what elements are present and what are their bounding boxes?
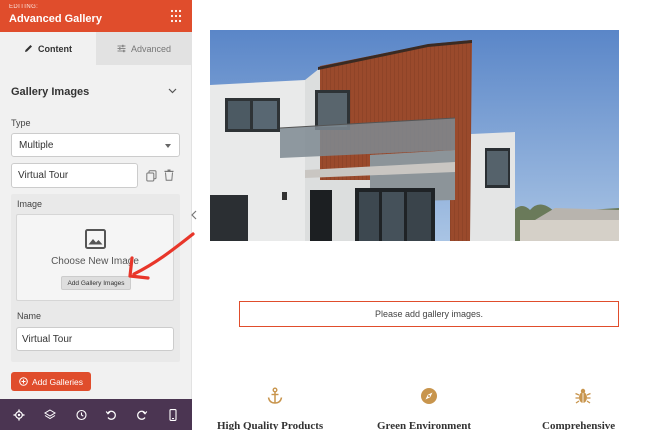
tabs: Content Advanced xyxy=(0,32,192,65)
hero-house-image xyxy=(210,30,619,241)
copy-icon[interactable] xyxy=(146,170,157,182)
tab-content[interactable]: Content xyxy=(0,32,96,65)
sliders-icon xyxy=(117,44,126,53)
type-select-value: Multiple xyxy=(19,140,54,151)
mobile-icon[interactable] xyxy=(167,408,179,421)
tab-advanced-label: Advanced xyxy=(130,43,172,54)
history-icon[interactable] xyxy=(75,409,87,421)
gallery-item-name[interactable]: Virtual Tour xyxy=(11,163,138,188)
drag-handle-icon[interactable] xyxy=(170,9,182,23)
gallery-notice: Please add gallery images. xyxy=(239,301,619,327)
add-galleries-label: Add Galleries xyxy=(31,376,84,387)
add-galleries-button[interactable]: Add Galleries xyxy=(11,372,91,391)
feature-title-green-environment: Green Environment xyxy=(377,420,472,430)
compass-icon xyxy=(421,388,437,404)
type-select[interactable]: Multiple xyxy=(11,133,180,157)
feature-title-comprehensive: Comprehensive xyxy=(542,420,616,430)
choose-image-text: Choose New Image xyxy=(51,256,139,267)
caret-down-icon xyxy=(165,144,171,148)
tab-advanced[interactable]: Advanced xyxy=(96,32,192,65)
trash-icon[interactable] xyxy=(164,169,174,181)
sidebar: EDITING: Advanced Gallery Content Advanc… xyxy=(0,0,192,430)
name-label: Name xyxy=(17,311,42,321)
layers-icon[interactable] xyxy=(44,408,56,421)
bottom-toolbar xyxy=(0,399,192,430)
image-icon xyxy=(85,229,106,249)
redo-icon[interactable] xyxy=(136,409,148,421)
add-gallery-images-button[interactable]: Add Gallery Images xyxy=(61,276,131,290)
undo-icon[interactable] xyxy=(105,409,117,421)
plus-circle-icon xyxy=(19,377,28,386)
tab-content-label: Content xyxy=(38,43,72,54)
name-input[interactable]: Virtual Tour xyxy=(16,327,174,351)
gear-icon[interactable] xyxy=(13,409,25,421)
editing-label: EDITING: xyxy=(9,4,39,10)
section-title: Gallery Images xyxy=(11,86,90,98)
anchor-icon xyxy=(267,387,283,404)
feature-title-high-quality: High Quality Products xyxy=(217,420,324,430)
type-label: Type xyxy=(11,118,31,128)
chevron-down-icon[interactable] xyxy=(168,88,177,94)
sidebar-header: EDITING: Advanced Gallery xyxy=(0,0,192,32)
image-label: Image xyxy=(17,199,43,209)
collapse-sidebar-icon[interactable] xyxy=(190,210,198,220)
pencil-icon xyxy=(25,45,32,52)
app: EDITING: Advanced Gallery Content Advanc… xyxy=(0,0,662,430)
bug-icon xyxy=(575,388,591,404)
sidebar-title: Advanced Gallery xyxy=(9,13,102,25)
